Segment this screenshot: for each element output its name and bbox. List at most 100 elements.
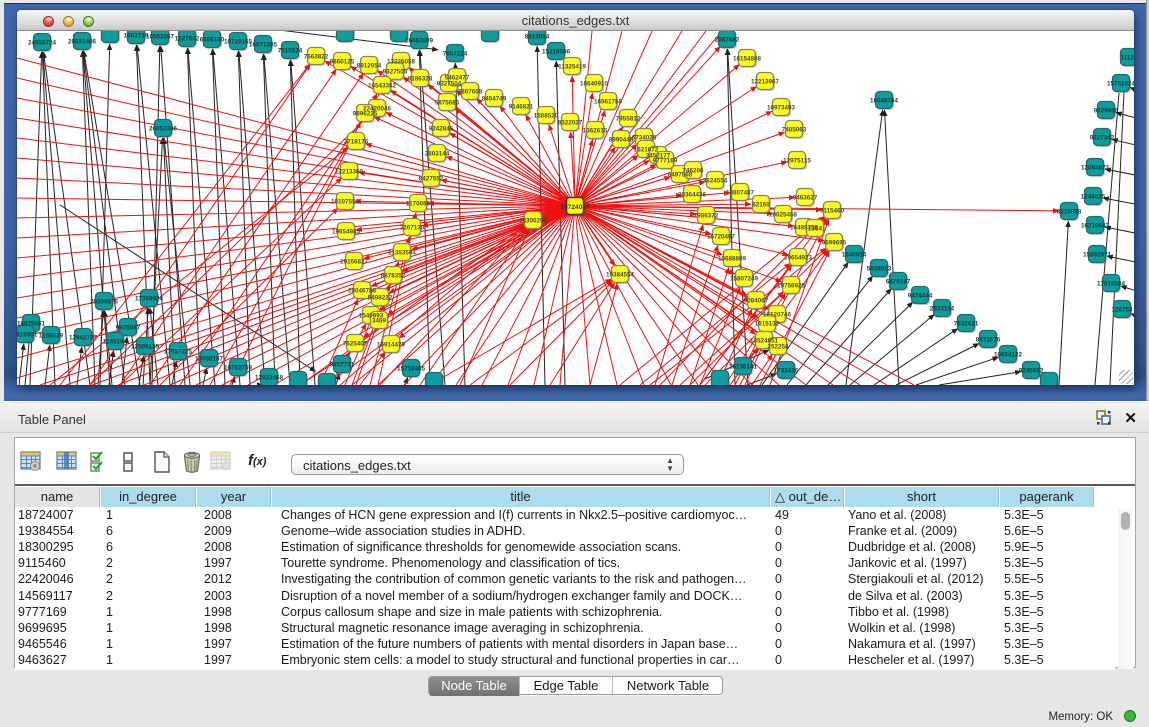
svg-text:10807487: 10807487 [726, 190, 755, 197]
svg-text:9146821: 9146821 [509, 104, 534, 111]
svg-text:1733426: 1733426 [774, 368, 799, 375]
svg-text:1145194: 1145194 [103, 339, 128, 346]
svg-text:1640954: 1640954 [842, 252, 867, 259]
svg-text:5498222: 5498222 [368, 295, 393, 302]
svg-text:10654122: 10654122 [994, 352, 1023, 359]
svg-text:17957225: 17957225 [164, 349, 193, 356]
svg-text:20364436: 20364436 [678, 192, 707, 199]
svg-text:6879197: 6879197 [886, 279, 911, 286]
svg-text:17016504: 17016504 [1097, 281, 1126, 288]
svg-text:1527602: 1527602 [175, 36, 200, 43]
svg-text:8186328: 8186328 [408, 76, 433, 83]
svg-text:8454749: 8454749 [482, 96, 507, 103]
svg-text:12923468: 12923468 [255, 375, 284, 382]
svg-text:9777169: 9777169 [653, 158, 678, 165]
svg-text:12975115: 12975115 [783, 158, 811, 165]
svg-text:16961758: 16961758 [594, 99, 623, 106]
svg-text:9242845: 9242845 [429, 126, 454, 133]
svg-text:20206576: 20206576 [90, 299, 119, 306]
svg-text:252254: 252254 [767, 344, 789, 351]
svg-text:10688809: 10688809 [718, 256, 747, 263]
svg-text:1963719: 1963719 [124, 33, 149, 40]
svg-text:7485063: 7485063 [782, 127, 807, 134]
svg-text:9329966: 9329966 [1094, 108, 1119, 115]
svg-text:6734028: 6734028 [632, 135, 657, 142]
svg-text:13226058: 13226058 [387, 59, 416, 66]
svg-text:11325419: 11325419 [558, 64, 586, 71]
svg-text:7857224: 7857224 [443, 51, 468, 58]
svg-text:9699695: 9699695 [822, 240, 847, 247]
svg-text:10973493: 10973493 [767, 105, 796, 112]
svg-text:8990448: 8990448 [609, 137, 634, 144]
svg-text:5462477: 5462477 [445, 75, 470, 82]
svg-text:17359924: 17359924 [135, 296, 164, 303]
svg-text:1362615: 1362615 [583, 128, 608, 135]
svg-text:16648784: 16648784 [870, 98, 899, 105]
svg-text:20691406: 20691406 [68, 39, 97, 46]
svg-text:9327504: 9327504 [437, 81, 462, 88]
svg-text:2718176: 2718176 [344, 139, 369, 146]
svg-text:9227342: 9227342 [1090, 135, 1115, 142]
svg-text:9463627: 9463627 [793, 195, 818, 202]
svg-text:1170086: 1170086 [406, 201, 431, 208]
svg-text:8813054: 8813054 [525, 34, 550, 41]
svg-text:16671385: 16671385 [249, 42, 278, 49]
svg-text:3469: 3469 [372, 318, 387, 325]
svg-text:3267130: 3267130 [400, 225, 425, 232]
svg-text:7663822: 7663822 [304, 54, 329, 61]
svg-text:26053346: 26053346 [149, 126, 178, 133]
svg-text:16154808: 16154808 [733, 56, 762, 63]
svg-text:7632621: 7632621 [954, 321, 979, 328]
svg-text:62160: 62160 [752, 202, 770, 209]
svg-text:3624554: 3624554 [703, 178, 728, 185]
svg-text:8471676: 8471676 [976, 337, 1001, 344]
svg-text:10046788: 10046788 [348, 288, 377, 295]
svg-text:24055724: 24055724 [28, 40, 57, 47]
svg-text:15751024: 15751024 [1107, 81, 1134, 88]
svg-text:7515524: 7515524 [278, 48, 303, 55]
svg-text:9084067: 9084067 [744, 298, 769, 305]
svg-text:6466160: 6466160 [200, 37, 225, 44]
svg-text:12213369: 12213369 [335, 169, 364, 176]
svg-text:8215958: 8215958 [1057, 209, 1082, 216]
svg-text:2087682: 2087682 [715, 37, 740, 44]
svg-text:16914479: 16914479 [377, 342, 406, 349]
svg-text:8427552: 8427552 [419, 176, 444, 183]
svg-text:18300295: 18300295 [519, 218, 548, 225]
svg-text:1588520: 1588520 [534, 113, 559, 120]
svg-text:9975887: 9975887 [116, 325, 141, 332]
svg-text:9474444: 9474444 [908, 293, 933, 300]
svg-text:11121: 11121 [1121, 55, 1134, 62]
svg-text:15718485: 15718485 [397, 366, 426, 373]
svg-text:16210643: 16210643 [1081, 223, 1110, 230]
svg-text:10553267: 10553267 [146, 34, 175, 41]
svg-text:5938923: 5938923 [867, 266, 892, 273]
svg-text:18724007: 18724007 [560, 204, 590, 211]
svg-text:1615132: 1615132 [755, 321, 780, 328]
svg-text:16543362: 16543362 [368, 83, 397, 90]
svg-text:19654985: 19654985 [332, 229, 361, 236]
svg-text:11353594: 11353594 [388, 250, 416, 257]
svg-text:8912954: 8912954 [357, 63, 382, 70]
svg-text:9115460: 9115460 [820, 208, 845, 215]
svg-text:16782759: 16782759 [224, 365, 253, 372]
svg-text:9457731: 9457731 [330, 362, 355, 369]
svg-text:18640910: 18640910 [580, 81, 609, 88]
svg-text:16975061: 16975061 [17, 321, 45, 328]
svg-text:16053809: 16053809 [405, 38, 434, 45]
svg-text:12213967: 12213967 [751, 79, 780, 86]
svg-text:9860125: 9860125 [330, 59, 355, 66]
svg-text:9245652: 9245652 [1019, 368, 1044, 375]
svg-text:16120746: 16120746 [763, 312, 792, 319]
svg-text:19384554: 19384554 [606, 272, 635, 279]
svg-text:7625402: 7625402 [343, 341, 368, 348]
svg-text:12942737: 12942737 [69, 335, 98, 342]
svg-text:126753: 126753 [1111, 307, 1133, 314]
svg-text:19756928: 19756928 [777, 283, 806, 290]
svg-text:8878352: 8878352 [381, 273, 406, 280]
svg-text:9896225: 9896225 [353, 111, 378, 118]
svg-text:19166827: 19166827 [340, 259, 369, 266]
svg-text:3915901: 3915901 [17, 332, 38, 339]
svg-text:1156829: 1156829 [39, 333, 64, 340]
svg-text:15692971: 15692971 [1083, 252, 1112, 259]
